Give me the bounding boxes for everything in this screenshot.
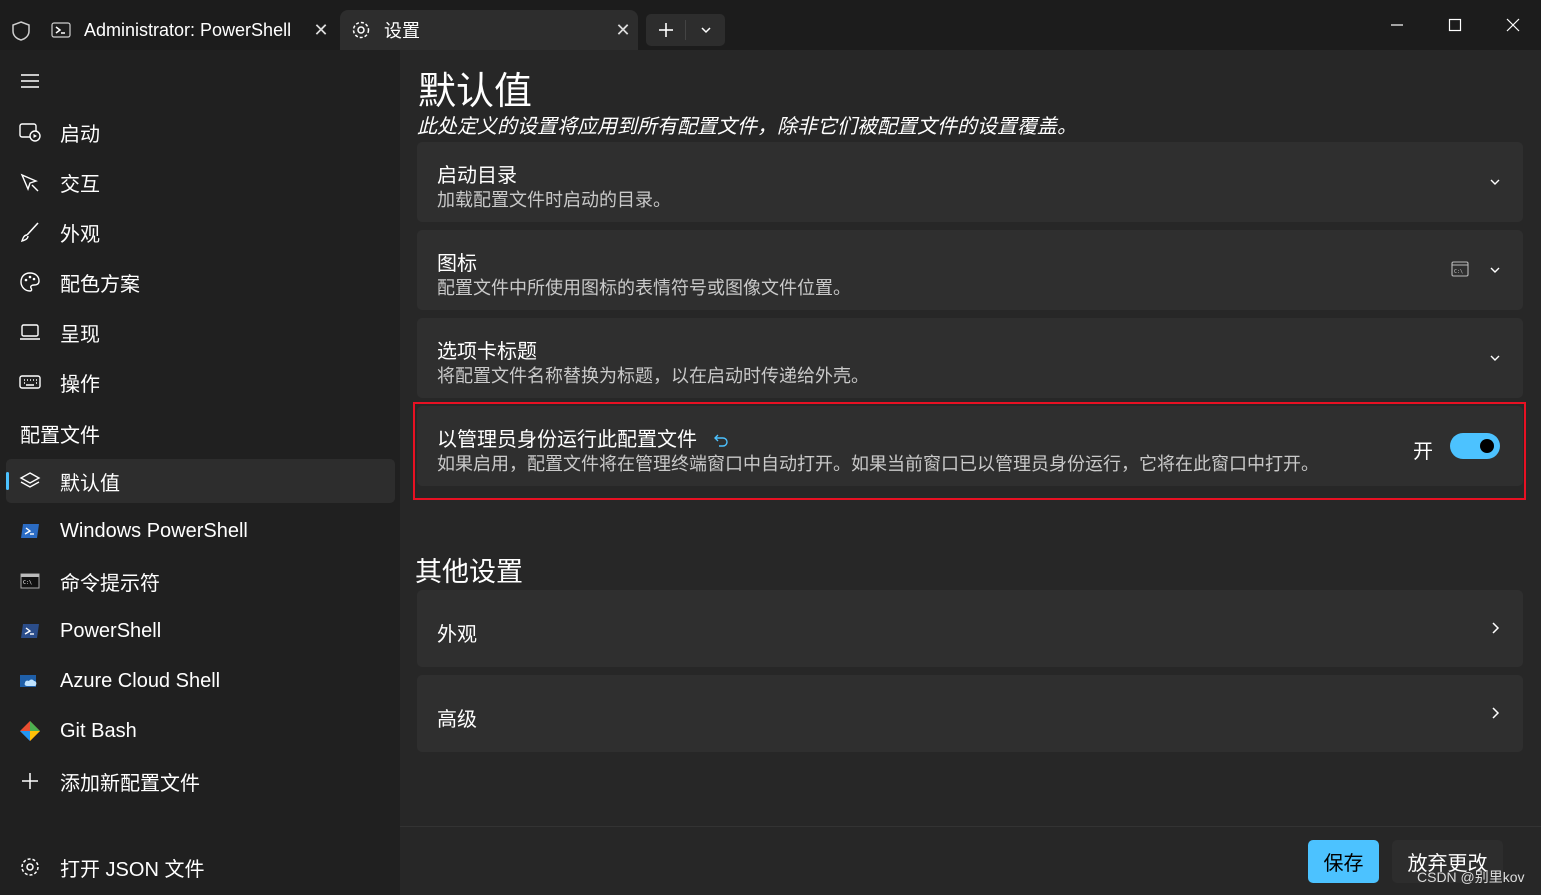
profiles-header: 配置文件 bbox=[20, 425, 100, 447]
sidebar-item-startup[interactable]: 启动 bbox=[6, 110, 395, 154]
appearance-card[interactable]: 外观 bbox=[417, 590, 1523, 667]
cmd-icon: C:\ bbox=[18, 569, 42, 593]
footer-divider bbox=[400, 826, 1541, 827]
new-tab-button[interactable] bbox=[646, 14, 685, 46]
minimize-icon bbox=[1391, 24, 1403, 26]
sidebar-item-defaults[interactable]: 默认值 bbox=[6, 459, 395, 503]
card-title: 启动目录 bbox=[437, 165, 517, 187]
azure-icon bbox=[18, 669, 42, 693]
card-title: 高级 bbox=[437, 709, 477, 731]
sidebar-item-rendering[interactable]: 呈现 bbox=[6, 310, 395, 354]
card-description: 将配置文件名称替换为标题，以在启动时传递给外壳。 bbox=[437, 366, 869, 386]
plus-icon bbox=[658, 23, 673, 37]
svg-text:C:\: C:\ bbox=[23, 580, 32, 586]
tab-title-card[interactable]: 选项卡标题 将配置文件名称替换为标题，以在启动时传递给外壳。 bbox=[417, 318, 1523, 398]
save-button[interactable]: 保存 bbox=[1308, 840, 1379, 883]
tab-settings[interactable]: 设置 ✕ bbox=[340, 10, 638, 50]
other-settings-title: 其他设置 bbox=[415, 557, 523, 587]
new-tab-dropdown-button[interactable] bbox=[686, 14, 725, 46]
sidebar-item-label: Git Bash bbox=[60, 719, 137, 742]
sidebar-item-label: 配色方案 bbox=[60, 273, 140, 296]
keyboard-icon bbox=[18, 370, 42, 394]
sidebar-item-label: Windows PowerShell bbox=[60, 519, 248, 542]
minimize-button[interactable] bbox=[1372, 6, 1422, 44]
highlight-box bbox=[413, 402, 1526, 500]
shield-icon bbox=[12, 21, 30, 41]
layers-icon bbox=[18, 469, 42, 493]
title-bar: Administrator: PowerShell ✕ 设置 ✕ bbox=[0, 0, 1541, 50]
sidebar-item-windows-powershell[interactable]: Windows PowerShell bbox=[6, 509, 395, 553]
chevron-right-icon bbox=[1492, 707, 1500, 719]
git-icon bbox=[18, 719, 42, 743]
card-title: 图标 bbox=[437, 253, 477, 275]
sidebar-item-label: 交互 bbox=[60, 173, 100, 196]
chevron-down-icon[interactable] bbox=[1487, 350, 1503, 366]
interaction-icon bbox=[18, 170, 42, 194]
laptop-icon bbox=[18, 320, 42, 344]
open-json-label: 打开 JSON 文件 bbox=[60, 858, 205, 881]
sidebar-item-label: 启动 bbox=[60, 123, 100, 146]
hamburger-menu-icon[interactable] bbox=[20, 72, 40, 90]
sidebar-item-label: 命令提示符 bbox=[60, 572, 160, 595]
plus-icon bbox=[18, 769, 42, 793]
cmd-preview-icon: C:\ bbox=[1451, 261, 1469, 277]
chevron-down-icon[interactable] bbox=[1487, 174, 1503, 190]
sidebar-item-interaction[interactable]: 交互 bbox=[6, 160, 395, 204]
sidebar-item-actions[interactable]: 操作 bbox=[6, 360, 395, 404]
settings-content: 默认值 此处定义的设置将应用到所有配置文件，除非它们被配置文件的设置覆盖。 启动… bbox=[400, 50, 1541, 895]
add-profile-button[interactable]: 添加新配置文件 bbox=[6, 759, 395, 803]
powershell-icon bbox=[50, 19, 72, 41]
sidebar-item-label: PowerShell bbox=[60, 619, 162, 642]
card-description: 加载配置文件时启动的目录。 bbox=[437, 190, 671, 210]
tab-powershell[interactable]: Administrator: PowerShell ✕ bbox=[40, 10, 336, 50]
chevron-down-icon[interactable] bbox=[1487, 262, 1503, 278]
sidebar-item-label: 默认值 bbox=[60, 472, 120, 495]
watermark: CSDN @别里kov bbox=[1417, 869, 1525, 885]
palette-icon bbox=[18, 270, 42, 294]
sidebar-item-azure-cloud-shell[interactable]: Azure Cloud Shell bbox=[6, 659, 395, 703]
card-title: 选项卡标题 bbox=[437, 341, 537, 363]
open-json-button[interactable]: 打开 JSON 文件 bbox=[6, 845, 395, 889]
sidebar-item-label: 呈现 bbox=[60, 323, 100, 346]
page-subtitle: 此处定义的设置将应用到所有配置文件，除非它们被配置文件的设置覆盖。 bbox=[417, 116, 1077, 138]
new-tab-group bbox=[646, 14, 725, 46]
sidebar-item-color-schemes[interactable]: 配色方案 bbox=[6, 260, 395, 304]
sidebar-item-label: 操作 bbox=[60, 373, 100, 396]
svg-text:C:\: C:\ bbox=[1454, 269, 1463, 275]
close-tab-icon[interactable]: ✕ bbox=[306, 20, 336, 41]
sidebar: 启动 交互 外观 配色方案 呈现 操作 配置文件 默认值 Windows Pow… bbox=[0, 50, 400, 895]
sidebar-item-appearance[interactable]: 外观 bbox=[6, 210, 395, 254]
chevron-down-icon bbox=[700, 27, 711, 34]
close-icon bbox=[1506, 18, 1520, 32]
sidebar-item-label: 添加新配置文件 bbox=[60, 772, 200, 795]
tab-label: 设置 bbox=[384, 21, 420, 41]
maximize-button[interactable] bbox=[1430, 6, 1480, 44]
gear-icon bbox=[350, 19, 372, 41]
sidebar-item-powershell[interactable]: PowerShell bbox=[6, 609, 395, 653]
sidebar-item-git-bash[interactable]: Git Bash bbox=[6, 709, 395, 753]
advanced-card[interactable]: 高级 bbox=[417, 675, 1523, 752]
starting-directory-card[interactable]: 启动目录 加载配置文件时启动的目录。 bbox=[417, 142, 1523, 222]
page-title: 默认值 bbox=[418, 71, 533, 113]
chevron-right-icon bbox=[1492, 622, 1500, 634]
powershell-icon bbox=[18, 519, 42, 543]
maximize-icon bbox=[1448, 18, 1462, 32]
sidebar-item-label: Azure Cloud Shell bbox=[60, 669, 221, 692]
brush-icon bbox=[18, 220, 42, 244]
powershell-icon bbox=[18, 619, 42, 643]
gear-icon bbox=[18, 855, 42, 879]
card-title: 外观 bbox=[437, 624, 477, 646]
close-button[interactable] bbox=[1488, 6, 1538, 44]
sidebar-item-command-prompt[interactable]: C:\ 命令提示符 bbox=[6, 559, 395, 603]
close-tab-icon[interactable]: ✕ bbox=[608, 20, 638, 41]
tab-label: Administrator: PowerShell bbox=[84, 19, 292, 40]
startup-icon bbox=[18, 120, 42, 144]
icon-card[interactable]: 图标 配置文件中所使用图标的表情符号或图像文件位置。 C:\ bbox=[417, 230, 1523, 310]
card-description: 配置文件中所使用图标的表情符号或图像文件位置。 bbox=[437, 278, 851, 298]
sidebar-item-label: 外观 bbox=[60, 223, 100, 246]
